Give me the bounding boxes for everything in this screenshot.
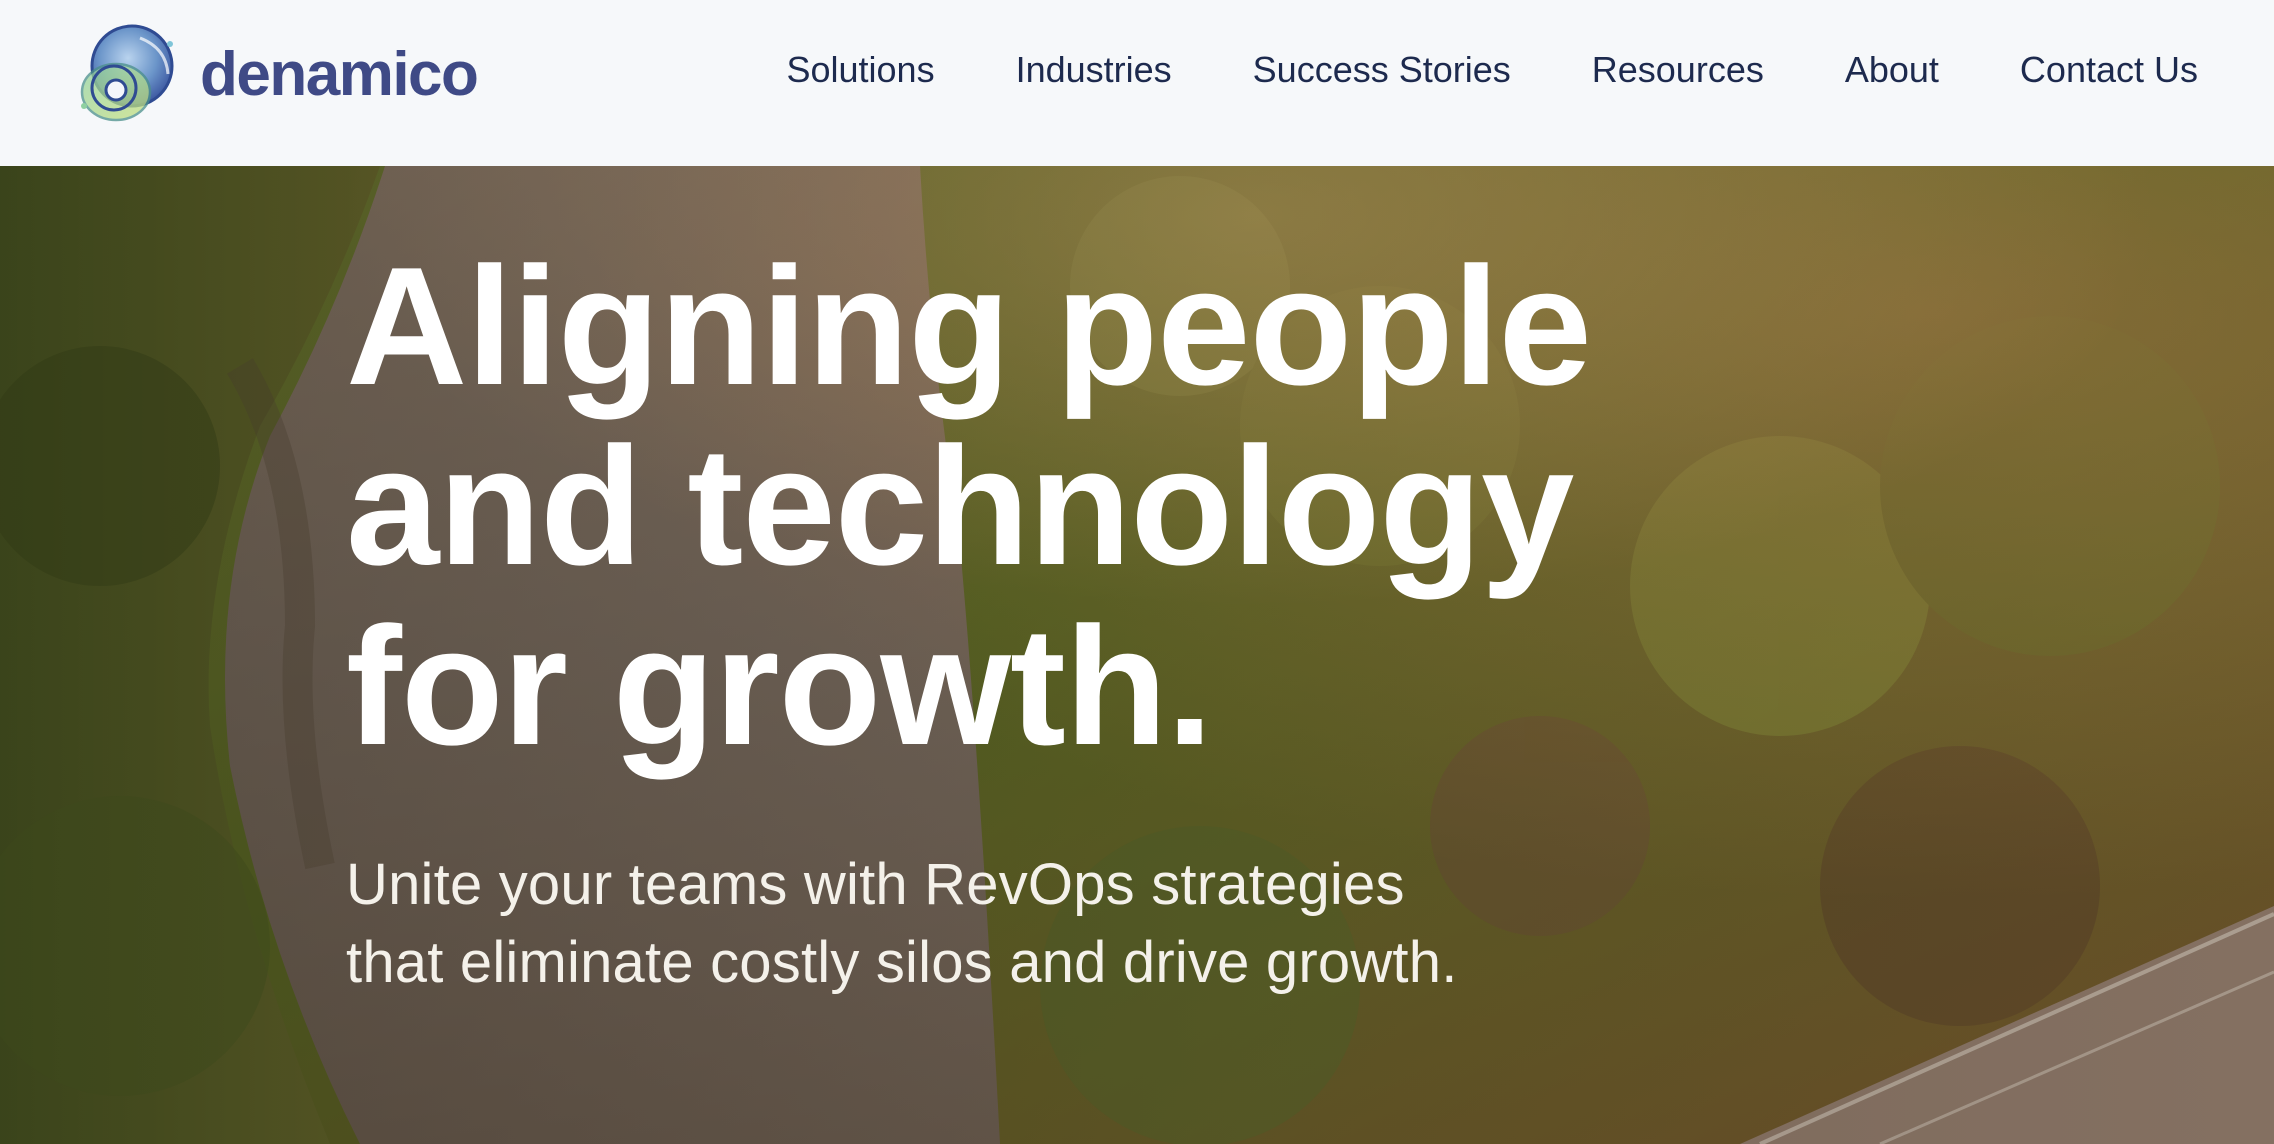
hero-content: Aligning people and technology for growt… bbox=[346, 236, 1846, 1002]
brand-name: denamico bbox=[200, 40, 479, 109]
hero-title-line-3: for growth. bbox=[346, 592, 1213, 780]
hero-subtitle: Unite your teams with RevOps strategies … bbox=[346, 852, 1458, 995]
nav-link-resources[interactable]: Resources bbox=[1592, 49, 1764, 91]
hero-section: Aligning people and technology for growt… bbox=[0, 166, 2274, 1144]
hero-title-line-1: Aligning people bbox=[346, 232, 1592, 420]
nav-link-industries[interactable]: Industries bbox=[1016, 49, 1172, 91]
nav-link-solutions[interactable]: Solutions bbox=[786, 49, 934, 91]
denamico-logo-icon bbox=[80, 24, 174, 122]
nav-link-success-stories[interactable]: Success Stories bbox=[1253, 49, 1511, 91]
hero-title: Aligning people and technology for growt… bbox=[346, 236, 1846, 776]
nav-link-about[interactable]: About bbox=[1845, 49, 1939, 91]
nav-link-contact-us[interactable]: Contact Us bbox=[2020, 49, 2198, 91]
brand-home-link[interactable]: denamico bbox=[70, 18, 479, 128]
site-header: denamico Solutions Industries Success St… bbox=[0, 0, 2274, 166]
main-nav: Solutions Industries Success Stories Res… bbox=[786, 0, 2198, 140]
hero-title-line-2: and technology bbox=[346, 412, 1574, 600]
